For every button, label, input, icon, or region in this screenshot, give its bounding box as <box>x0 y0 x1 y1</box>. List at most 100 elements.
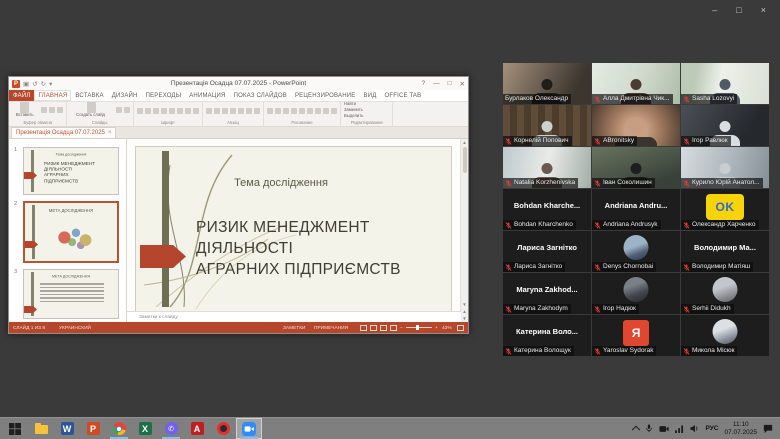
participant-tile[interactable]: Sasha Lozovyi <box>681 63 769 104</box>
ribbon-primary-button[interactable]: Вставить <box>12 102 37 119</box>
word-icon[interactable]: W <box>54 418 80 439</box>
office-tab-close-icon[interactable]: × <box>108 130 112 136</box>
minimize-icon[interactable]: – <box>712 5 717 15</box>
comments-toggle[interactable]: ПРИМЕЧАНИЯ <box>314 325 348 330</box>
participant-tile[interactable]: Алла Дмитрівна Чик... <box>592 63 680 104</box>
slide-thumbnail-3[interactable]: МЕТА ДОСЛІДЖЕННЯ <box>23 269 119 319</box>
ribbon-button[interactable] <box>124 107 130 113</box>
start-button[interactable] <box>2 418 28 439</box>
ribbon-tab[interactable]: ВИД <box>360 90 381 101</box>
acrobat-icon[interactable]: A <box>184 418 210 439</box>
ribbon-tab[interactable]: РЕЦЕНЗИРОВАНИЕ <box>291 90 360 101</box>
ribbon-button[interactable] <box>214 108 220 114</box>
ribbon-button[interactable] <box>267 108 273 114</box>
participant-tile[interactable]: Катерина Воло...Катерина Волощук <box>503 315 591 356</box>
slide-subtitle[interactable]: Тема дослідження <box>206 177 356 189</box>
ribbon-button[interactable] <box>145 108 151 114</box>
normal-view-icon[interactable] <box>360 325 367 331</box>
viber-icon[interactable]: ✆ <box>158 418 184 439</box>
participant-tile[interactable]: Serhii Didukh <box>681 273 769 314</box>
zoom-out-icon[interactable]: − <box>400 325 403 330</box>
qat-dropdown-icon[interactable]: ▾ <box>49 80 52 88</box>
participant-tile[interactable]: Ігор Равлюк <box>681 105 769 146</box>
clock[interactable]: 11:10 07.07.2025 <box>724 421 757 436</box>
ribbon-button[interactable] <box>299 108 305 114</box>
ribbon-button[interactable] <box>307 108 313 114</box>
ribbon-button[interactable] <box>206 108 212 114</box>
participant-tile[interactable]: ABronitsky <box>592 105 680 146</box>
participant-tile[interactable]: OKОлександр Харченко <box>681 189 769 230</box>
scrollbar-thumb[interactable] <box>463 147 467 173</box>
ribbon-button[interactable] <box>254 108 260 114</box>
next-slide-icon[interactable]: ▼ <box>462 316 466 321</box>
participant-tile[interactable]: ЯYaroslav Sydorak <box>592 315 680 356</box>
ribbon-button[interactable] <box>238 108 244 114</box>
ribbon-button[interactable] <box>283 108 289 114</box>
slide-thumbnail-2-selected[interactable]: МЕТА ДОСЛІДЖЕННЯ <box>23 201 119 263</box>
hidden-icons-chevron[interactable] <box>632 425 640 433</box>
zoom-in-icon[interactable]: + <box>435 325 438 330</box>
ribbon-button[interactable]: Выделить <box>344 115 376 119</box>
ribbon-button[interactable] <box>291 108 297 114</box>
reading-view-icon[interactable] <box>380 325 387 331</box>
participant-tile[interactable]: Корнелій Попович <box>503 105 591 146</box>
ppt-close-icon[interactable]: ✕ <box>460 80 465 88</box>
ribbon-button[interactable] <box>230 108 236 114</box>
file-explorer-icon[interactable] <box>28 418 54 439</box>
ribbon-button[interactable] <box>275 108 281 114</box>
ppt-maximize-icon[interactable]: □ <box>448 80 452 88</box>
participant-tile[interactable]: Іван Соколишин <box>592 147 680 188</box>
participant-tile[interactable]: Natalia Korzhenivska <box>503 147 591 188</box>
ribbon-button[interactable] <box>246 108 252 114</box>
ribbon-primary-button[interactable]: Создать слайд <box>70 102 111 119</box>
excel-icon[interactable]: X <box>132 418 158 439</box>
zoom-level[interactable]: 43% <box>442 325 452 330</box>
participant-tile[interactable]: Ігор Надюк <box>592 273 680 314</box>
powerpoint-titlebar[interactable]: P ▣ ↺ ↻ ▾ Презентація Осадца 07.07.2025 … <box>9 77 468 90</box>
slide-canvas[interactable]: Тема дослідження РИЗИК МЕНЕДЖМЕНТ ДІЯЛЬН… <box>135 146 452 312</box>
participant-tile[interactable]: Микола Місюк <box>681 315 769 356</box>
participant-tile[interactable]: Bohdan Kharche...Bohdan Kharchenko <box>503 189 591 230</box>
participant-tile[interactable]: Володимир Ма...Володимир Матіяш <box>681 231 769 272</box>
ribbon-button[interactable] <box>323 108 329 114</box>
ribbon-button[interactable] <box>177 108 183 114</box>
ribbon-tab[interactable]: ПЕРЕХОДЫ <box>142 90 186 101</box>
opera-icon[interactable] <box>210 418 236 439</box>
zoom-icon[interactable] <box>236 418 262 439</box>
help-icon[interactable]: ? <box>421 80 425 88</box>
notification-center-icon[interactable] <box>763 424 773 434</box>
participant-tile[interactable]: Denys Chornobai <box>592 231 680 272</box>
undo-icon[interactable]: ↺ <box>32 80 37 88</box>
participant-tile[interactable]: Бурлаков Олександр <box>503 63 591 104</box>
slideshow-icon[interactable] <box>390 325 397 331</box>
office-tab-document[interactable]: Презентація Осадца 07.07.2025 × <box>11 127 116 138</box>
scroll-up-icon[interactable]: ▲ <box>462 140 466 145</box>
network-tray-icon[interactable] <box>675 425 684 433</box>
ribbon-button[interactable] <box>153 108 159 114</box>
redo-icon[interactable]: ↻ <box>41 80 46 88</box>
language-status[interactable]: УКРАИНСКИЙ <box>59 325 91 330</box>
ribbon-tab[interactable]: ГЛАВНАЯ <box>34 90 71 101</box>
participant-tile[interactable]: Maryna Zakhod...Maryna Zakhodym <box>503 273 591 314</box>
notes-pane[interactable]: Заметки к слайду <box>127 311 461 322</box>
participant-tile[interactable]: Andriana Andru...Andriana Andrusyk <box>592 189 680 230</box>
save-icon[interactable]: ▣ <box>23 80 29 88</box>
ribbon-tab[interactable]: ПОКАЗ СЛАЙДОВ <box>230 90 291 101</box>
slide-title[interactable]: РИЗИК МЕНЕДЖМЕНТ ДІЯЛЬНОСТІ АГРАРНИХ ПІД… <box>196 217 401 280</box>
ribbon-button[interactable] <box>169 108 175 114</box>
ribbon-button[interactable] <box>41 107 47 113</box>
chrome-icon[interactable] <box>106 418 132 439</box>
ribbon-button[interactable] <box>161 108 167 114</box>
ribbon-button[interactable]: Найти <box>344 103 376 107</box>
ribbon-button[interactable] <box>137 108 143 114</box>
language-indicator[interactable]: РУС <box>705 425 718 432</box>
microphone-tray-icon[interactable] <box>645 424 653 433</box>
notes-toggle[interactable]: ЗАМЕТКИ <box>283 325 305 330</box>
ribbon-button[interactable] <box>193 108 199 114</box>
ribbon-button[interactable] <box>57 107 63 113</box>
ribbon-button[interactable] <box>49 107 55 113</box>
ribbon-tab[interactable]: ВСТАВКА <box>71 90 107 101</box>
fit-slide-icon[interactable] <box>457 325 464 331</box>
ribbon-tab[interactable]: ДИЗАЙН <box>108 90 142 101</box>
powerpoint-icon[interactable]: P <box>80 418 106 439</box>
